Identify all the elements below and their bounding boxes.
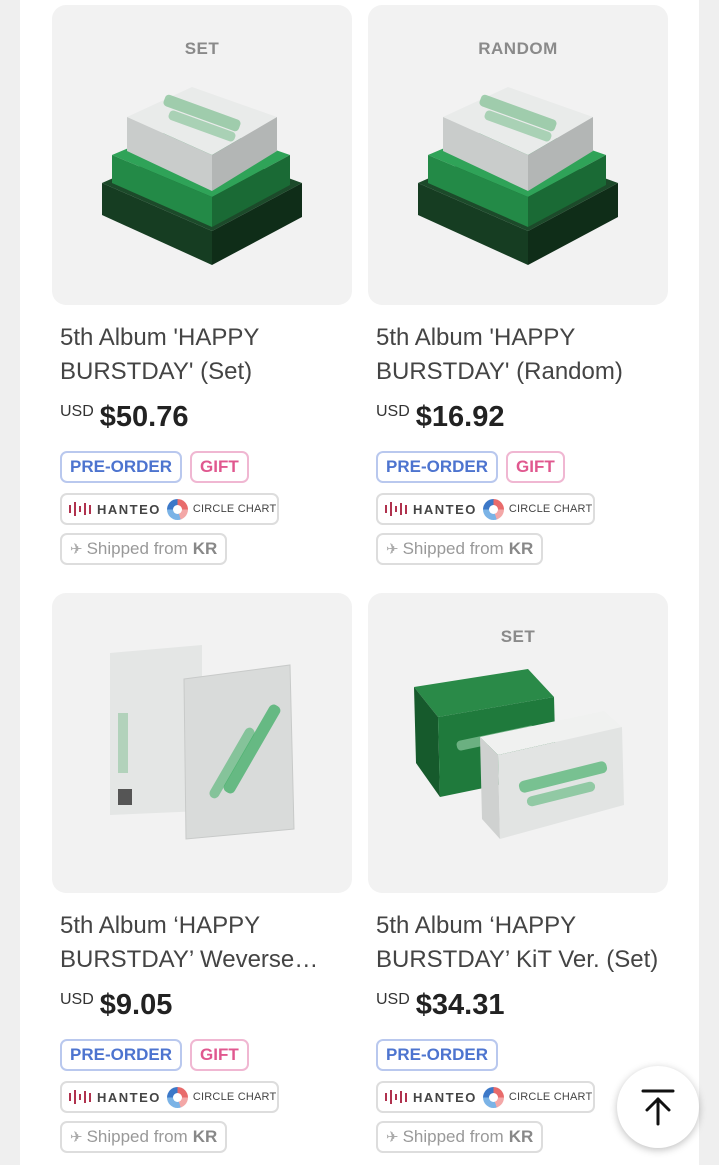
- chart-badge: HANTEO CIRCLE CHART: [376, 493, 595, 525]
- gift-tag: GIFT: [190, 1039, 249, 1071]
- shipping-origin: KR: [192, 539, 218, 558]
- product-title[interactable]: 5th Album ‘HAPPY BURSTDAY’ Weverse Album…: [60, 909, 344, 977]
- currency-label: USD: [376, 403, 410, 420]
- hanteo-label: HANTEO: [413, 1089, 477, 1105]
- product-price: $34.31: [415, 989, 505, 1021]
- preorder-tag: PRE-ORDER: [60, 451, 183, 483]
- product-image[interactable]: [52, 593, 352, 893]
- hanteo-label: HANTEO: [97, 501, 161, 517]
- chart-badge: HANTEO CIRCLE CHART: [60, 1081, 279, 1113]
- preorder-tag: PRE-ORDER: [376, 1039, 499, 1071]
- chart-badge: HANTEO CIRCLE CHART: [60, 493, 279, 525]
- circle-chart-label: CIRCLE CHART: [192, 503, 277, 515]
- product-image[interactable]: SET: [368, 593, 668, 893]
- album-box-stack-image: [102, 87, 302, 265]
- circle-chart-logo-icon: [482, 1086, 504, 1108]
- price-row: USD $9.05: [60, 989, 344, 1025]
- tag-row: PRE-ORDER: [376, 1039, 660, 1071]
- circle-chart-logo-icon: [482, 498, 504, 520]
- tag-row: PRE-ORDER GIFT: [60, 1039, 344, 1071]
- chart-badge: HANTEO CIRCLE CHART: [376, 1081, 595, 1113]
- preorder-tag: PRE-ORDER: [60, 1039, 183, 1071]
- price-row: USD $34.31: [376, 989, 660, 1025]
- airplane-icon: ✈: [386, 1129, 399, 1146]
- product-image[interactable]: RANDOM: [368, 5, 668, 305]
- shipping-prefix: Shipped from: [402, 539, 504, 558]
- product-title[interactable]: 5th Album 'HAPPY BURSTDAY' (Set): [60, 321, 344, 389]
- hanteo-label: HANTEO: [97, 1089, 161, 1105]
- price-row: USD $50.76: [60, 401, 344, 437]
- gift-tag: GIFT: [506, 451, 565, 483]
- product-card[interactable]: RANDOM 5th Album 'HAPPY BURSTDAY' (Rando…: [368, 5, 668, 565]
- airplane-icon: ✈: [70, 541, 83, 558]
- shipping-origin: KR: [508, 1127, 534, 1146]
- circle-chart-label: CIRCLE CHART: [508, 503, 593, 515]
- shipping-prefix: Shipped from: [86, 539, 188, 558]
- product-price: $50.76: [99, 401, 189, 433]
- hanteo-logo-icon: [69, 502, 91, 516]
- shipping-badge: ✈ Shipped from KR: [60, 533, 228, 565]
- product-title[interactable]: 5th Album ‘HAPPY BURSTDAY’ KiT Ver. (Set…: [376, 909, 660, 977]
- airplane-icon: ✈: [70, 1129, 83, 1146]
- product-title[interactable]: 5th Album 'HAPPY BURSTDAY' (Random): [376, 321, 660, 389]
- arrow-up-to-top-icon: [641, 1089, 675, 1126]
- shipping-badge: ✈ Shipped from KR: [376, 1121, 544, 1153]
- product-price: $16.92: [415, 401, 505, 433]
- album-kit-boxes-image: [414, 669, 624, 839]
- album-box-stack-image: [418, 87, 618, 265]
- circle-chart-label: CIRCLE CHART: [508, 1091, 593, 1103]
- product-price: $9.05: [99, 989, 173, 1021]
- hanteo-logo-icon: [385, 1090, 407, 1104]
- currency-label: USD: [376, 991, 410, 1008]
- hanteo-label: HANTEO: [413, 501, 477, 517]
- shipping-prefix: Shipped from: [402, 1127, 504, 1146]
- circle-chart-logo-icon: [166, 1086, 188, 1108]
- circle-chart-label: CIRCLE CHART: [192, 1091, 277, 1103]
- scroll-to-top-button[interactable]: [617, 1066, 699, 1148]
- shipping-origin: KR: [192, 1127, 218, 1146]
- circle-chart-logo-icon: [166, 498, 188, 520]
- product-card[interactable]: SET 5th Album ‘HAPPY BURSTDAY’ KiT Ver. …: [368, 593, 668, 1153]
- gift-tag: GIFT: [190, 451, 249, 483]
- shipping-badge: ✈ Shipped from KR: [60, 1121, 228, 1153]
- tag-row: PRE-ORDER GIFT: [376, 451, 660, 483]
- hanteo-logo-icon: [385, 502, 407, 516]
- currency-label: USD: [60, 403, 94, 420]
- album-booklet-image: [110, 645, 295, 840]
- product-card[interactable]: SET 5th Album 'HAPPY BURSTDAY' (Set) USD…: [52, 5, 352, 565]
- price-row: USD $16.92: [376, 401, 660, 437]
- tag-row: PRE-ORDER GIFT: [60, 451, 344, 483]
- shipping-prefix: Shipped from: [86, 1127, 188, 1146]
- shipping-origin: KR: [508, 539, 534, 558]
- shipping-badge: ✈ Shipped from KR: [376, 533, 544, 565]
- preorder-tag: PRE-ORDER: [376, 451, 499, 483]
- product-image[interactable]: SET: [52, 5, 352, 305]
- currency-label: USD: [60, 991, 94, 1008]
- airplane-icon: ✈: [386, 541, 399, 558]
- product-card[interactable]: 5th Album ‘HAPPY BURSTDAY’ Weverse Album…: [52, 593, 352, 1153]
- product-grid: SET 5th Album 'HAPPY BURSTDAY' (Set) USD…: [20, 0, 699, 1165]
- hanteo-logo-icon: [69, 1090, 91, 1104]
